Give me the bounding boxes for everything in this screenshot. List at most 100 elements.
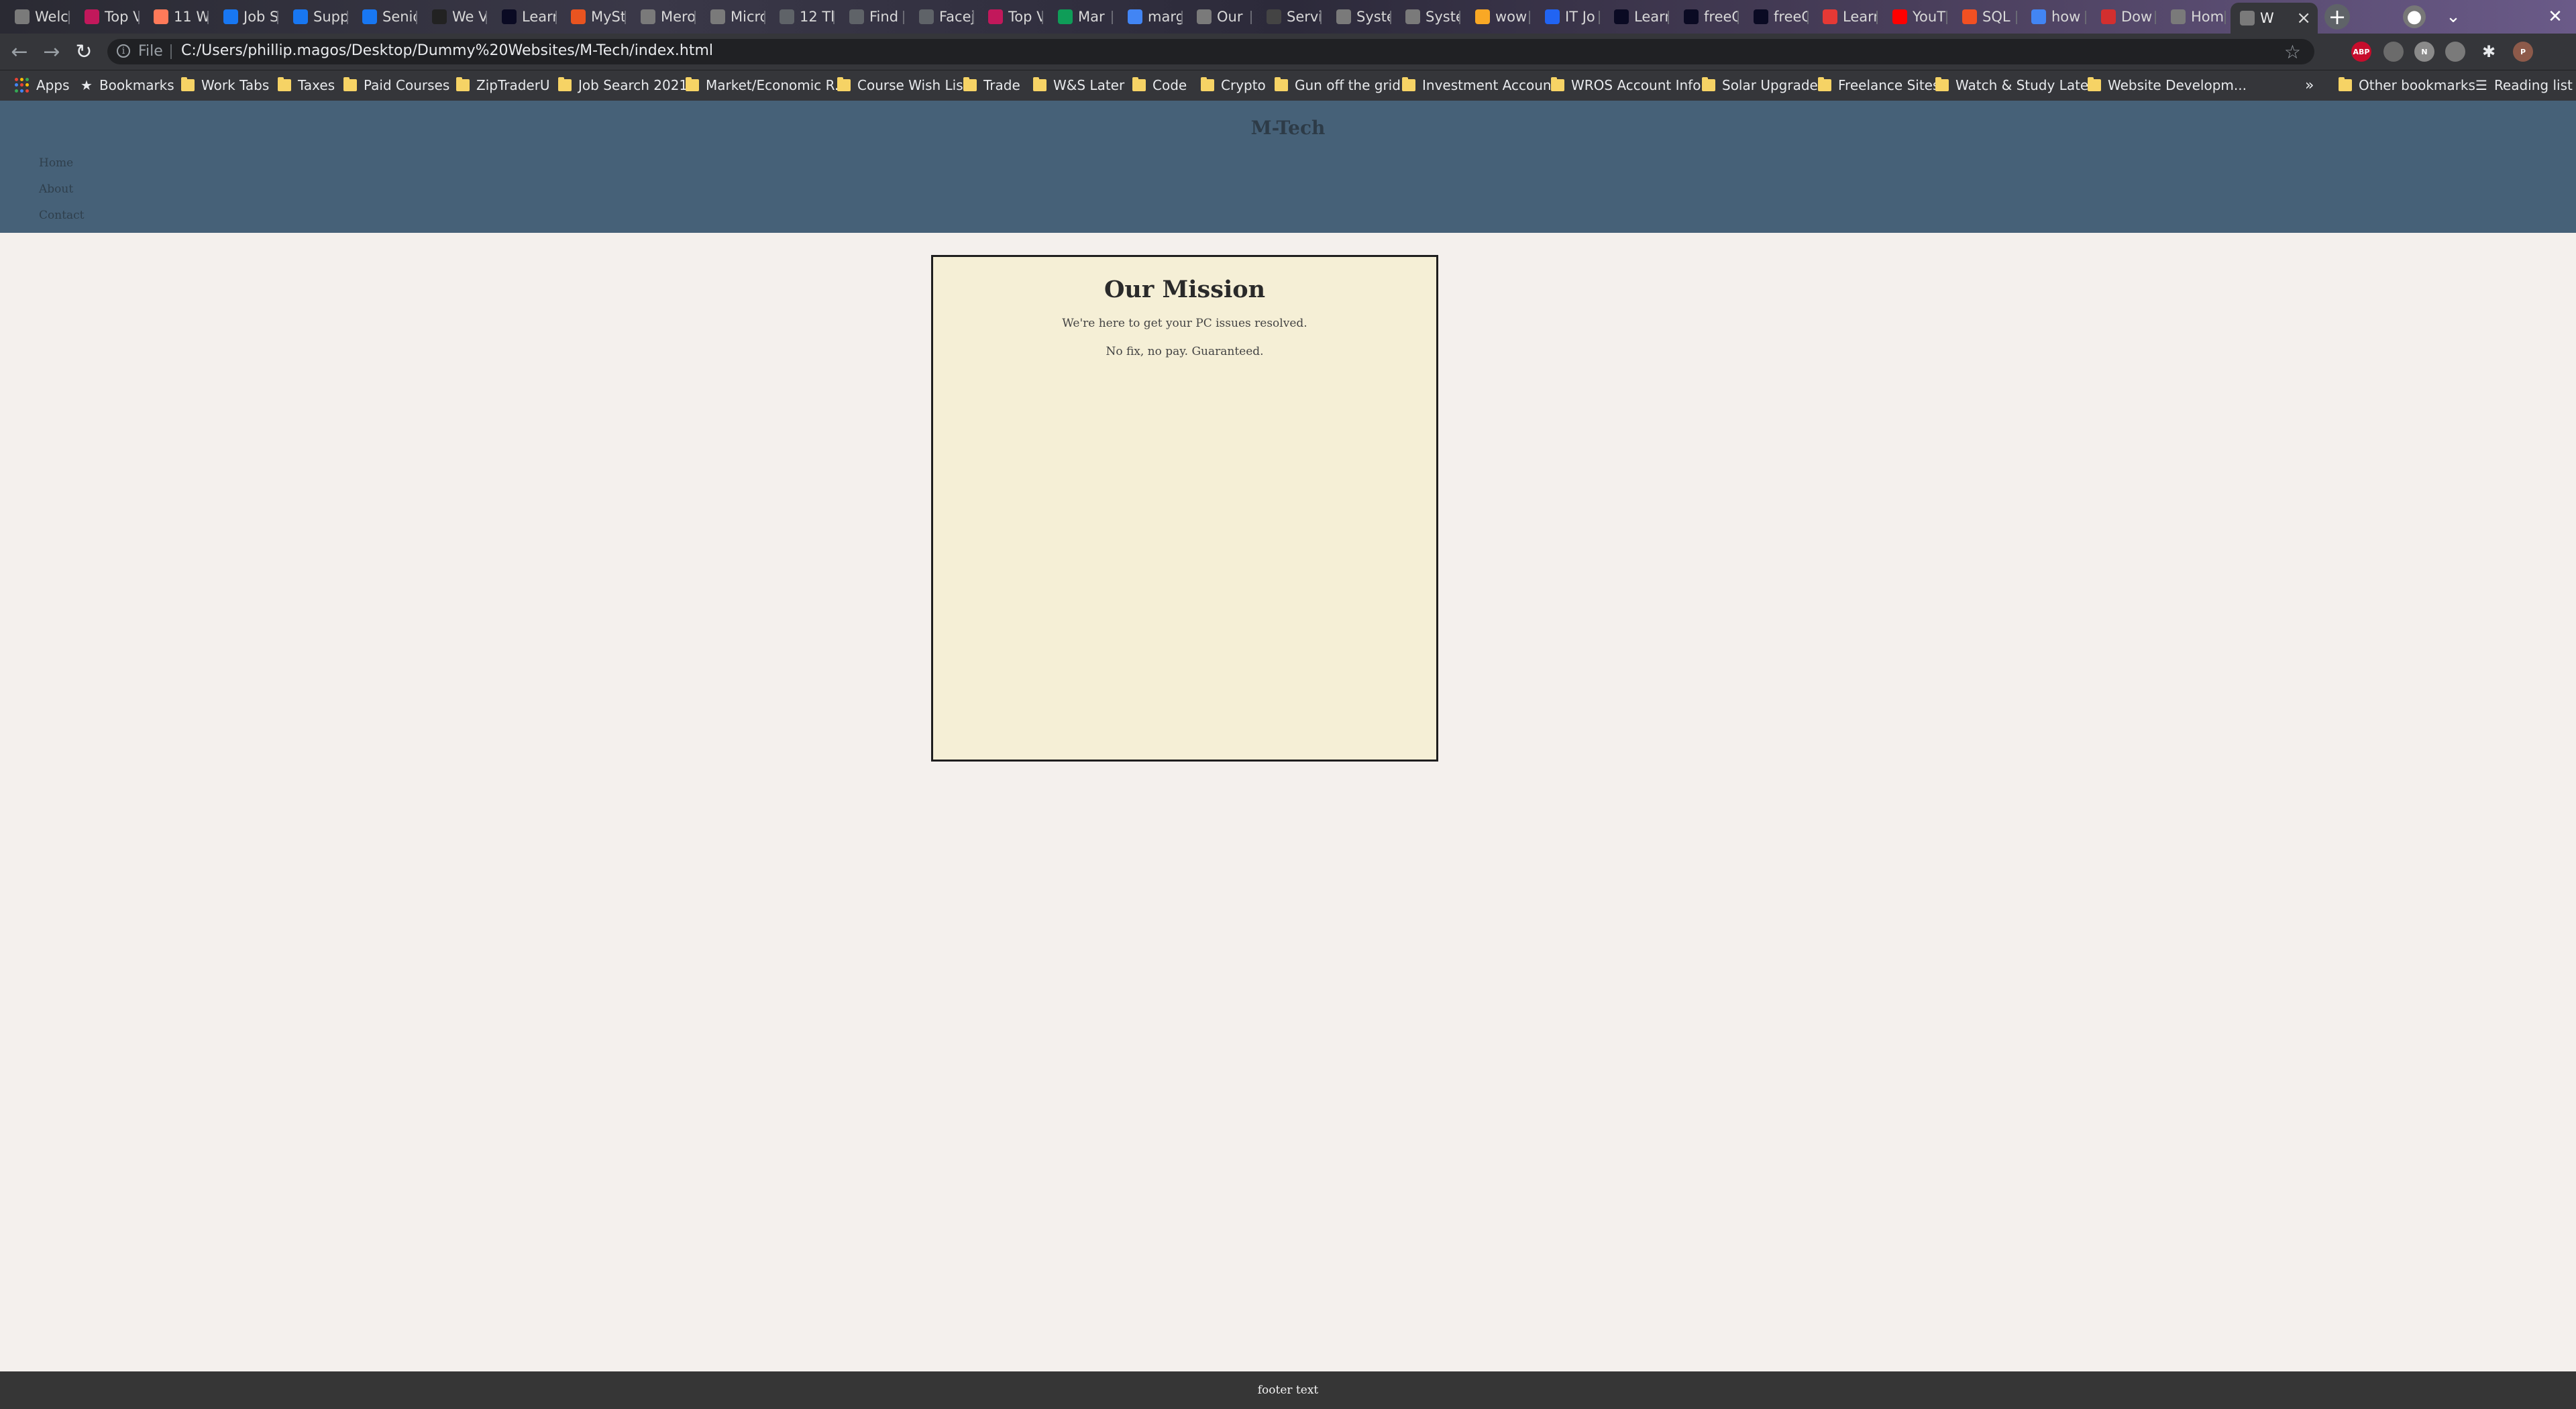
site-title: M-Tech bbox=[1250, 117, 1326, 139]
tab-title: Supp bbox=[313, 9, 348, 25]
bookmark-work-tabs[interactable]: Work Tabs bbox=[181, 77, 269, 93]
bookmark-investment-accounts[interactable]: Investment Accounts bbox=[1402, 77, 1564, 93]
tab[interactable]: wow bbox=[1466, 4, 1530, 30]
extension-circle-icon[interactable] bbox=[2445, 42, 2465, 62]
tab[interactable]: freeC bbox=[1744, 4, 1809, 30]
tab[interactable]: Welc bbox=[5, 4, 70, 30]
reading-list-button[interactable]: ☰ Reading list bbox=[2475, 77, 2573, 93]
tab[interactable]: YouT bbox=[1883, 4, 1947, 30]
abp-icon[interactable]: ABP bbox=[2351, 42, 2371, 62]
bookmark-label: W&S Later bbox=[1053, 77, 1125, 93]
tab[interactable]: Learn bbox=[492, 4, 557, 30]
tab[interactable]: marg bbox=[1118, 4, 1183, 30]
bookmark-paid-courses[interactable]: Paid Courses bbox=[343, 77, 449, 93]
tab-title: wow bbox=[1495, 9, 1527, 25]
nav-link-contact[interactable]: Contact bbox=[39, 208, 85, 234]
google-icon bbox=[1128, 9, 1142, 24]
tab-title: We V bbox=[452, 9, 487, 25]
bookmark-ziptraderu[interactable]: ZipTraderU bbox=[456, 77, 550, 93]
bookmark-bookmarks[interactable]: ★ Bookmarks bbox=[80, 77, 174, 93]
tab[interactable]: Top V bbox=[979, 4, 1043, 30]
tab[interactable]: Our bbox=[1187, 4, 1252, 30]
bookmark-crypto[interactable]: Crypto bbox=[1201, 77, 1266, 93]
forward-arrow-icon[interactable]: → bbox=[39, 39, 64, 64]
tab-title: Syste bbox=[1426, 9, 1460, 25]
tab-close-icon[interactable]: × bbox=[2296, 8, 2311, 28]
bookmark-freelance-sites[interactable]: Freelance Sites bbox=[1818, 77, 1939, 93]
bookmark-job-search-2021[interactable]: Job Search 2021 bbox=[558, 77, 688, 93]
tab[interactable]: Micro bbox=[701, 4, 765, 30]
bookmark-label: Gun off the grid bbox=[1295, 77, 1401, 93]
site-footer: footer text bbox=[0, 1371, 2576, 1409]
bookmark-gun-off-the-grid[interactable]: Gun off the grid bbox=[1275, 77, 1401, 93]
bookmark-market-economic-r[interactable]: Market/Economic R... bbox=[686, 77, 847, 93]
site-info-icon[interactable]: i bbox=[117, 44, 130, 58]
sheets-icon bbox=[1058, 9, 1073, 24]
tab[interactable]: Facej bbox=[910, 4, 974, 30]
tab[interactable]: freeC bbox=[1674, 4, 1739, 30]
tab-title: Senio bbox=[382, 9, 417, 25]
bookmark-website-developm[interactable]: Website Developm... bbox=[2088, 77, 2247, 93]
bookmarks-overflow-icon[interactable]: » bbox=[2305, 77, 2314, 94]
folder-icon bbox=[456, 77, 470, 91]
globe-icon bbox=[2240, 11, 2255, 25]
new-tab-button[interactable]: + bbox=[2324, 4, 2350, 30]
freecodecamp-icon bbox=[502, 9, 517, 24]
bookmark-w-s-later[interactable]: W&S Later bbox=[1033, 77, 1124, 93]
window-close-icon[interactable]: ✕ bbox=[2544, 5, 2567, 28]
adobe-xd-icon bbox=[85, 9, 99, 24]
tab[interactable]: Syste bbox=[1396, 4, 1460, 30]
other-bookmarks-label: Other bookmarks bbox=[2359, 77, 2475, 93]
bookmark-trade[interactable]: Trade bbox=[963, 77, 1020, 93]
other-bookmarks-folder[interactable]: Other bookmarks bbox=[2339, 77, 2475, 93]
url-text[interactable]: C:/Users/phillip.magos/Desktop/Dummy%20W… bbox=[181, 42, 713, 59]
tab[interactable]: We V bbox=[423, 4, 487, 30]
tab[interactable]: 11 W bbox=[144, 4, 209, 30]
extension-gray-icon[interactable] bbox=[2383, 42, 2404, 62]
tab[interactable]: Learn bbox=[1605, 4, 1669, 30]
bookmark-code[interactable]: Code bbox=[1132, 77, 1187, 93]
mission-line-2: No fix, no pay. Guaranteed. bbox=[1106, 345, 1264, 358]
profile-menu-icon[interactable]: ● bbox=[2403, 5, 2426, 28]
nav-link-home[interactable]: Home bbox=[39, 156, 85, 182]
nav-link-about[interactable]: About bbox=[39, 182, 85, 208]
tab[interactable]: Senio bbox=[353, 4, 417, 30]
puzzle-icon[interactable]: ✱ bbox=[2479, 42, 2499, 62]
tab-active[interactable]: W × bbox=[2231, 3, 2318, 34]
back-arrow-icon[interactable]: ← bbox=[7, 39, 32, 64]
bookmark-watch-study-later[interactable]: Watch & Study Later bbox=[1935, 77, 2094, 93]
bookmark-course-wish-list[interactable]: Course Wish List bbox=[837, 77, 969, 93]
tab[interactable]: IT Jo bbox=[1536, 4, 1600, 30]
extension-n-icon[interactable]: N bbox=[2414, 42, 2434, 62]
tab[interactable]: Mero bbox=[631, 4, 696, 30]
tab[interactable]: MySt bbox=[561, 4, 626, 30]
tab-title: freeC bbox=[1774, 9, 1809, 25]
tab-title: Dow bbox=[2121, 9, 2153, 25]
tab[interactable]: 12 Th bbox=[770, 4, 835, 30]
tab[interactable]: Mar bbox=[1049, 4, 1113, 30]
tab[interactable]: Supp bbox=[284, 4, 348, 30]
tab-search-chevron-icon[interactable]: ⌄ bbox=[2442, 5, 2465, 28]
tab-title: Mero bbox=[661, 9, 696, 25]
tab-title: W bbox=[2260, 10, 2274, 26]
profile-avatar[interactable]: P bbox=[2513, 42, 2533, 62]
tab[interactable]: Hom bbox=[2161, 4, 2226, 30]
tab[interactable]: Servi bbox=[1257, 4, 1322, 30]
address-bar[interactable]: i File C:/Users/phillip.magos/Desktop/Du… bbox=[107, 39, 2314, 64]
bookmark-wros-account-info[interactable]: WROS Account Info bbox=[1551, 77, 1701, 93]
bookmark-solar-upgrade[interactable]: Solar Upgrade bbox=[1702, 77, 1818, 93]
tab[interactable]: Job S bbox=[214, 4, 278, 30]
tab[interactable]: Learn bbox=[1813, 4, 1878, 30]
tab[interactable]: Syste bbox=[1327, 4, 1391, 30]
bookmark-taxes[interactable]: Taxes bbox=[278, 77, 335, 93]
bookmark-label: Paid Courses bbox=[364, 77, 450, 93]
tab-title: Syste bbox=[1356, 9, 1391, 25]
reload-icon[interactable]: ↻ bbox=[71, 39, 97, 64]
tab[interactable]: Find bbox=[840, 4, 904, 30]
tab[interactable]: SQL bbox=[1953, 4, 2017, 30]
tab[interactable]: Dow bbox=[2092, 4, 2156, 30]
tab[interactable]: Top V bbox=[75, 4, 140, 30]
bookmark-apps[interactable]: Apps bbox=[15, 77, 70, 93]
bookmark-star-icon[interactable]: ☆ bbox=[2284, 41, 2301, 63]
tab[interactable]: how bbox=[2022, 4, 2086, 30]
